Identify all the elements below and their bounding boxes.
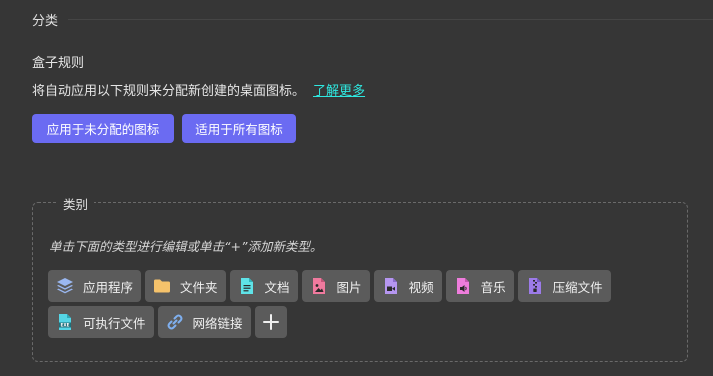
document-icon	[240, 278, 253, 294]
archive-file-icon	[528, 278, 541, 294]
folder-icon	[154, 279, 171, 293]
category-chip-folders[interactable]: 文件夹	[145, 270, 226, 302]
rules-title: 盒子规则	[32, 56, 85, 71]
categories-legend: 类别	[57, 194, 95, 213]
category-chip-web-links[interactable]: 网络链接	[157, 306, 251, 338]
learn-more-link[interactable]: 了解更多	[313, 84, 365, 99]
image-file-icon	[312, 278, 325, 294]
category-label: 网络链接	[192, 315, 243, 331]
plus-icon	[262, 314, 279, 330]
link-icon	[167, 314, 183, 330]
section-divider	[68, 18, 713, 20]
category-chip-executables[interactable]: EXE 可执行文件	[48, 306, 154, 338]
category-label: 压缩文件	[552, 279, 603, 295]
rules-description: 将自动应用以下规则来分配新创建的桌面图标。	[32, 84, 306, 99]
music-file-icon	[456, 278, 469, 294]
categories-hint: 单击下面的类型进行编辑或单击“+”添加新类型。	[49, 239, 323, 254]
category-chip-images[interactable]: 图片	[301, 270, 370, 302]
category-label: 视频	[408, 279, 434, 295]
category-label: 文档	[264, 279, 290, 295]
layers-icon	[57, 278, 73, 294]
categories-fieldset: 类别 单击下面的类型进行编辑或单击“+”添加新类型。 应用程序 文件夹 文档 图…	[32, 194, 688, 362]
category-chip-applications[interactable]: 应用程序	[48, 270, 142, 302]
category-label: 应用程序	[83, 279, 134, 295]
category-chip-music[interactable]: 音乐	[445, 270, 514, 302]
section-header: 分类	[32, 10, 713, 29]
category-label: 文件夹	[180, 279, 218, 295]
category-label: 可执行文件	[83, 315, 146, 331]
category-label: 音乐	[480, 279, 506, 295]
section-title: 分类	[32, 13, 59, 29]
apply-all-button[interactable]: 适用于所有图标	[182, 114, 296, 143]
video-file-icon	[384, 278, 397, 294]
category-chips: 应用程序 文件夹 文档 图片 视频 音乐 压缩文件 EXE 可执行文件 网络链接	[48, 270, 658, 342]
category-chip-documents[interactable]: 文档	[229, 270, 298, 302]
category-chip-archives[interactable]: 压缩文件	[517, 270, 611, 302]
category-label: 图片	[336, 279, 362, 295]
apply-unassigned-button[interactable]: 应用于未分配的图标	[32, 114, 174, 143]
exe-file-icon: EXE	[59, 314, 71, 330]
category-chip-videos[interactable]: 视频	[373, 270, 442, 302]
add-category-button[interactable]	[254, 306, 287, 338]
rules-description-row: 将自动应用以下规则来分配新创建的桌面图标。 了解更多	[32, 80, 365, 99]
svg-text:EXE: EXE	[61, 323, 70, 328]
